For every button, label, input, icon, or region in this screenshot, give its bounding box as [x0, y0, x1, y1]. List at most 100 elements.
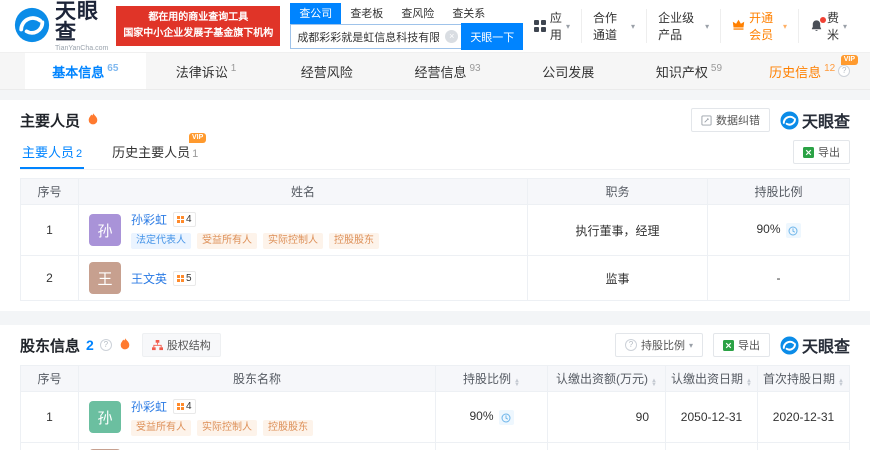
- hot-flame-icon: [88, 112, 98, 128]
- notification-bell-icon[interactable]: [810, 17, 826, 33]
- ratio-cell: 90%: [435, 391, 548, 443]
- relation-count-badge[interactable]: 4: [173, 399, 196, 414]
- logo-subtitle: TianYanCha.com: [55, 44, 109, 52]
- history-ratio-clock-icon[interactable]: [785, 223, 801, 239]
- col-position: 职务: [527, 178, 708, 205]
- subscribe-date-cell: 2050-12-31: [665, 442, 758, 450]
- promo-banner-line2: 国家中小企业发展子基金旗下机构: [123, 28, 274, 39]
- tab-company-development[interactable]: 公司发展: [508, 53, 629, 89]
- chevron-down-icon: ▾: [842, 21, 847, 31]
- username-label: 费米: [826, 11, 839, 42]
- subtab-current-members[interactable]: 主要人员 2: [20, 138, 85, 169]
- sort-icon: ▲ ▼: [746, 378, 752, 388]
- search-button[interactable]: 天眼一下: [461, 23, 524, 50]
- col-name: 姓名: [78, 178, 528, 205]
- nav-cooperation-label: 合作通道: [593, 11, 618, 42]
- info-icon[interactable]: ?: [838, 65, 851, 77]
- tab-history-info[interactable]: VIP 历史信息 12 ?: [749, 53, 870, 89]
- person-cell: 郭 郭述 7: [78, 442, 436, 450]
- person-cell: 王 王文英 5: [78, 255, 528, 301]
- tag-controlling-shareholder[interactable]: 控股股东: [329, 233, 379, 249]
- seq-cell: 2: [20, 442, 79, 450]
- search-tab-boss[interactable]: 查老板: [341, 3, 392, 24]
- equity-structure-button[interactable]: 股权结构: [141, 333, 221, 357]
- avatar[interactable]: 孙: [89, 401, 121, 433]
- amount-cell: 90: [547, 391, 666, 443]
- shareholders-section-title: 股东信息: [20, 337, 81, 355]
- col-subscribe-date[interactable]: 认缴出资日期 ▲ ▼: [665, 365, 758, 392]
- nav-enterprise-products[interactable]: 企业级产品 ▾: [646, 9, 720, 43]
- tag-legal-rep[interactable]: 法定代表人: [131, 233, 191, 249]
- nav-apps[interactable]: 应用 ▾: [523, 9, 581, 43]
- col-first-holding-date[interactable]: 首次持股日期 ▲ ▼: [757, 365, 850, 392]
- shareholders-section: 股东信息 2 ? 股权结构 ? 持股比例 ▾ 导出 天眼查 序号 股东名称 持股…: [0, 325, 870, 450]
- subtab-history-members[interactable]: VIP 历史主要人员 1: [110, 133, 207, 169]
- col-subscribed-amount[interactable]: 认缴出资额(万元) ▲ ▼: [547, 365, 666, 392]
- search-area: 查公司 查老板 查风险 查关系 × 天眼一下: [290, 3, 524, 50]
- ratio-filter-dropdown[interactable]: ? 持股比例 ▾: [614, 333, 703, 357]
- relation-count-badge[interactable]: 5: [173, 270, 196, 286]
- relation-count-badge[interactable]: 4: [173, 212, 196, 227]
- person-name-link[interactable]: 王文英: [131, 270, 167, 287]
- col-seq: 序号: [20, 365, 79, 392]
- tianyancha-watermark: 天眼查: [780, 333, 850, 357]
- col-ratio[interactable]: 持股比例 ▲ ▼: [435, 365, 548, 392]
- logo-swirl-icon: [14, 7, 50, 46]
- first-date-cell: 2020-12-31: [757, 442, 850, 450]
- tag-actual-controller[interactable]: 实际控制人: [263, 233, 323, 249]
- position-cell: 监事: [527, 255, 708, 301]
- history-ratio-clock-icon[interactable]: [498, 410, 514, 426]
- search-tab-company[interactable]: 查公司: [290, 3, 342, 24]
- key-members-section: 主要人员 数据纠错 天眼查 主要人员 2 VIP 历史主要人员 1 导出 序号 …: [0, 100, 870, 311]
- seq-cell: 2: [20, 255, 79, 301]
- sort-icon: ▲ ▼: [514, 378, 520, 388]
- table-row: 1 孙 孙彩虹 4 法定代表人 受益所有人 实际控制人 控股股东 执行董事，经理…: [20, 204, 850, 256]
- tab-business-info[interactable]: 经营信息 93: [387, 53, 508, 89]
- data-correction-button[interactable]: 数据纠错: [690, 108, 770, 132]
- company-detail-tabs: 基本信息 65 法律诉讼 1 经营风险 经营信息 93 公司发展 知识产权 59…: [0, 52, 870, 90]
- table-row: 2 王 王文英 5 监事 -: [20, 255, 850, 301]
- search-tab-risk[interactable]: 查风险: [392, 3, 443, 24]
- tab-basic-info[interactable]: 基本信息 65: [25, 53, 146, 89]
- tag-actual-controller[interactable]: 实际控制人: [197, 420, 257, 436]
- members-export-button[interactable]: 导出: [793, 140, 850, 164]
- vip-badge: VIP: [188, 133, 207, 143]
- col-ratio: 持股比例: [707, 178, 850, 205]
- chevron-down-icon: ▾: [705, 21, 710, 31]
- nav-cooperation[interactable]: 合作通道 ▾: [581, 9, 646, 43]
- first-date-cell: 2020-12-31: [757, 391, 850, 443]
- search-tab-relation[interactable]: 查关系: [443, 3, 494, 24]
- search-input[interactable]: [291, 30, 446, 43]
- shareholders-export-button[interactable]: 导出: [712, 333, 770, 357]
- tag-beneficial-owner[interactable]: 受益所有人: [197, 233, 257, 249]
- seq-cell: 1: [20, 204, 79, 256]
- subscribe-date-cell: 2050-12-31: [665, 391, 758, 443]
- tab-operation-risk[interactable]: 经营风险: [266, 53, 387, 89]
- chevron-down-icon: ▾: [688, 340, 693, 350]
- members-table: 序号 姓名 职务 持股比例 1 孙 孙彩虹 4 法定代表人 受益所有人 实际控制…: [20, 178, 850, 301]
- nav-user-menu[interactable]: 费米 ▾: [797, 9, 858, 43]
- chevron-down-icon: ▾: [565, 21, 570, 31]
- person-name-link[interactable]: 孙彩虹: [131, 398, 167, 415]
- tag-controlling-shareholder[interactable]: 控股股东: [263, 420, 313, 436]
- top-bar: 天眼查 TianYanCha.com 都在用的商业查询工具 国家中小企业发展子基…: [0, 0, 870, 52]
- chevron-down-icon: ▾: [782, 21, 787, 31]
- tab-legal-proceedings[interactable]: 法律诉讼 1: [146, 53, 267, 89]
- seq-cell: 1: [20, 391, 79, 443]
- ratio-cell: -: [707, 255, 850, 301]
- avatar[interactable]: 孙: [89, 214, 121, 246]
- logo-title: 天眼查: [55, 0, 99, 44]
- nav-open-vip[interactable]: 开通会员 ▾: [720, 9, 798, 43]
- clear-search-icon[interactable]: ×: [445, 30, 459, 43]
- tab-intellectual-property[interactable]: 知识产权 59: [629, 53, 750, 89]
- sort-icon: ▲ ▼: [838, 378, 844, 388]
- tianyancha-logo[interactable]: 天眼查 TianYanCha.com: [14, 1, 108, 52]
- hot-flame-icon: [120, 337, 130, 353]
- tag-beneficial-owner[interactable]: 受益所有人: [131, 420, 191, 436]
- person-name-link[interactable]: 孙彩虹: [131, 211, 167, 228]
- nav-apps-label: 应用: [549, 11, 562, 42]
- avatar[interactable]: 王: [89, 262, 121, 294]
- top-navigation: 应用 ▾ 合作通道 ▾ 企业级产品 ▾ 开通会员 ▾ 费米 ▾: [523, 9, 858, 43]
- info-icon[interactable]: ?: [99, 339, 112, 351]
- promo-banner-line1: 都在用的商业查询工具: [148, 12, 249, 23]
